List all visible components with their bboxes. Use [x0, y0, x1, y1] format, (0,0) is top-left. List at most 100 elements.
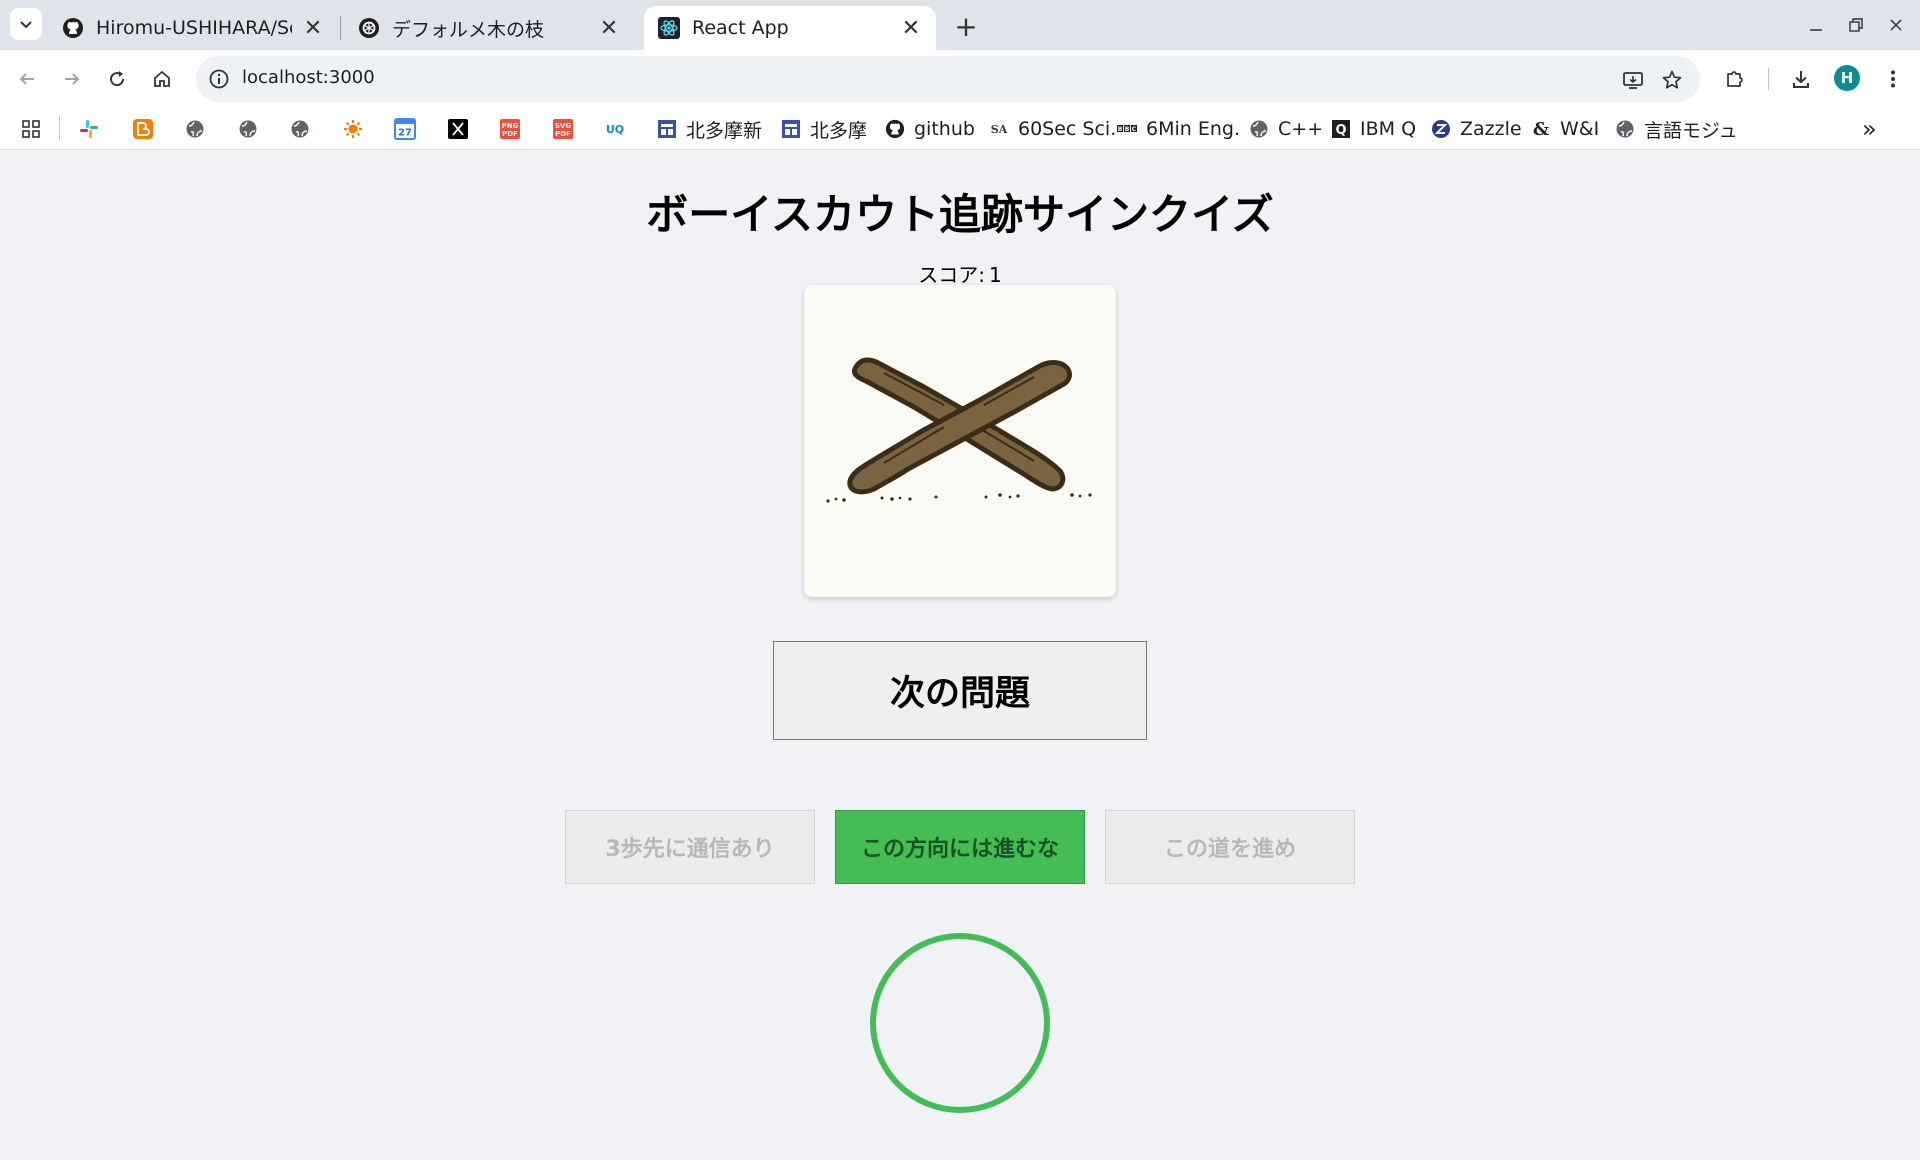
calendar-icon: 27 — [394, 118, 416, 140]
tab-separator — [340, 16, 341, 40]
tab-deformed-branch[interactable]: デフォルメ木の枝 ✕ — [344, 6, 634, 50]
bookmarks-bar: 27 PNG PDF SVG PDF UQ 北多摩新 北多摩 github SA 6… — [0, 108, 1920, 150]
tab-title: React App — [692, 17, 789, 39]
tab-strip: Hiromu-USHIHARA/Scout ✕ デフォルメ木の枝 ✕ React… — [0, 0, 1920, 50]
chevron-down-icon — [20, 21, 32, 29]
svg-text:C: C — [1132, 126, 1137, 133]
restore-button[interactable] — [1838, 10, 1874, 40]
more-vertical-icon — [1891, 70, 1895, 88]
score-display: スコア: 1 — [0, 259, 1920, 288]
png-pdf-icon: PNG PDF — [499, 118, 521, 140]
bookmark-label: 北多摩新 — [686, 119, 763, 142]
extensions-button[interactable] — [1718, 62, 1752, 96]
bookmark-label: 6Min Eng. — [1146, 118, 1240, 140]
sa-icon: SA — [988, 118, 1010, 140]
svg-text:SVG: SVG — [555, 122, 571, 130]
arrow-right-icon — [65, 73, 80, 85]
tab-close-button[interactable]: ✕ — [900, 16, 922, 41]
ibmq-icon: Q — [1330, 118, 1352, 140]
github-icon — [62, 17, 84, 39]
back-button[interactable] — [10, 62, 44, 96]
tab-close-button[interactable]: ✕ — [302, 16, 324, 41]
reload-button[interactable] — [100, 62, 134, 96]
score-value: 1 — [989, 263, 1002, 287]
bookmark-calendar[interactable]: 27 — [394, 114, 416, 144]
tab-search-button[interactable] — [10, 8, 42, 40]
blogger-icon — [132, 118, 154, 140]
x-icon — [447, 118, 469, 140]
profile-avatar[interactable]: H — [1834, 65, 1860, 91]
bookmark-star-icon[interactable] — [1659, 67, 1685, 93]
bookmark-label: C++ — [1278, 118, 1324, 140]
openai-icon — [358, 17, 380, 39]
home-button[interactable] — [145, 62, 179, 96]
choice-button-1[interactable]: 3歩先に通信あり — [565, 810, 815, 884]
bookmark-label: 言語モジュ — [1644, 119, 1738, 142]
bookmark-apps[interactable] — [20, 114, 42, 144]
globe-icon — [237, 118, 259, 140]
bookmark-zazzle[interactable]: Zazzle — [1430, 114, 1522, 144]
bookmark-language-module[interactable]: 言語モジュ — [1614, 114, 1738, 144]
bookmark-cpp[interactable]: C++ — [1248, 114, 1323, 144]
bookmark-blogger[interactable] — [132, 114, 154, 144]
bookmark-png-pdf[interactable]: PNG PDF — [499, 114, 521, 144]
bookmark-uq[interactable]: UQ — [604, 114, 626, 144]
puzzle-icon — [1727, 71, 1743, 87]
bookmark-label: Zazzle — [1460, 118, 1522, 140]
forward-button[interactable] — [55, 62, 89, 96]
correct-answer-circle-icon — [870, 933, 1050, 1113]
new-tab-button[interactable]: + — [948, 8, 984, 44]
svg-text:SA: SA — [991, 123, 1008, 136]
bookmark-globe-3[interactable] — [289, 114, 311, 144]
svg-text:PDF: PDF — [502, 130, 518, 138]
bookmark-6min-eng[interactable]: BBC 6Min Eng. — [1116, 114, 1240, 144]
svg-text:PNG: PNG — [502, 122, 519, 130]
bookmark-svg-pdf[interactable]: SVG PDF — [552, 114, 574, 144]
site-info-icon[interactable] — [208, 68, 230, 90]
restore-icon — [1849, 18, 1863, 32]
bookmark-globe-2[interactable] — [237, 114, 259, 144]
bookmark-ibm-q[interactable]: Q IBM Q — [1330, 114, 1416, 144]
tab-close-button[interactable]: ✕ — [598, 16, 620, 41]
site-icon — [780, 118, 802, 140]
page-title: ボーイスカウト追跡サインクイズ — [646, 190, 1274, 239]
choice-button-3[interactable]: この道を進め — [1105, 810, 1355, 884]
svg-text:Q: Q — [1335, 123, 1346, 138]
downloads-button[interactable] — [1784, 62, 1818, 96]
svg-text:B: B — [1125, 126, 1130, 133]
tab-github[interactable]: Hiromu-USHIHARA/Scout ✕ — [48, 6, 338, 50]
tab-react-app[interactable]: React App ✕ — [644, 6, 936, 50]
install-app-icon[interactable] — [1620, 67, 1646, 93]
minimize-button[interactable] — [1798, 10, 1834, 40]
bbc-icon: BBC — [1116, 118, 1138, 140]
slack-icon — [78, 118, 100, 140]
bookmark-60sec-sci[interactable]: SA 60Sec Sci. — [988, 114, 1116, 144]
globe-icon — [184, 118, 206, 140]
sun-icon — [342, 118, 364, 140]
svg-text:27: 27 — [398, 128, 412, 139]
close-window-button[interactable] — [1878, 10, 1914, 40]
choice-button-2[interactable]: この方向には進むな — [835, 810, 1085, 884]
bookmark-wi[interactable]: & W&I — [1530, 114, 1599, 144]
close-icon — [1890, 19, 1902, 31]
bookmark-kitatama-new[interactable]: 北多摩新 — [656, 114, 762, 144]
bookmark-sun[interactable] — [342, 114, 364, 144]
site-icon — [656, 118, 678, 140]
menu-button[interactable] — [1876, 62, 1910, 96]
react-icon — [658, 17, 680, 39]
bookmark-kitatama[interactable]: 北多摩 — [780, 114, 867, 144]
minimize-icon — [1810, 29, 1822, 31]
svg-text:&: & — [1533, 119, 1549, 140]
url-text[interactable]: localhost:3000 — [242, 67, 375, 88]
bookmark-x[interactable] — [447, 114, 469, 144]
next-question-button[interactable]: 次の問題 — [773, 641, 1147, 740]
bookmark-github[interactable]: github — [884, 114, 975, 144]
bookmarks-overflow-button[interactable]: » — [1862, 114, 1877, 144]
globe-icon — [1248, 118, 1270, 140]
bookmark-globe-1[interactable] — [184, 114, 206, 144]
address-bar[interactable]: localhost:3000 — [196, 56, 1700, 102]
bookmark-slack[interactable] — [78, 114, 100, 144]
bookmark-label: github — [914, 118, 975, 140]
svg-pdf-icon: SVG PDF — [552, 118, 574, 140]
browser-toolbar: localhost:3000 — [0, 50, 1920, 108]
